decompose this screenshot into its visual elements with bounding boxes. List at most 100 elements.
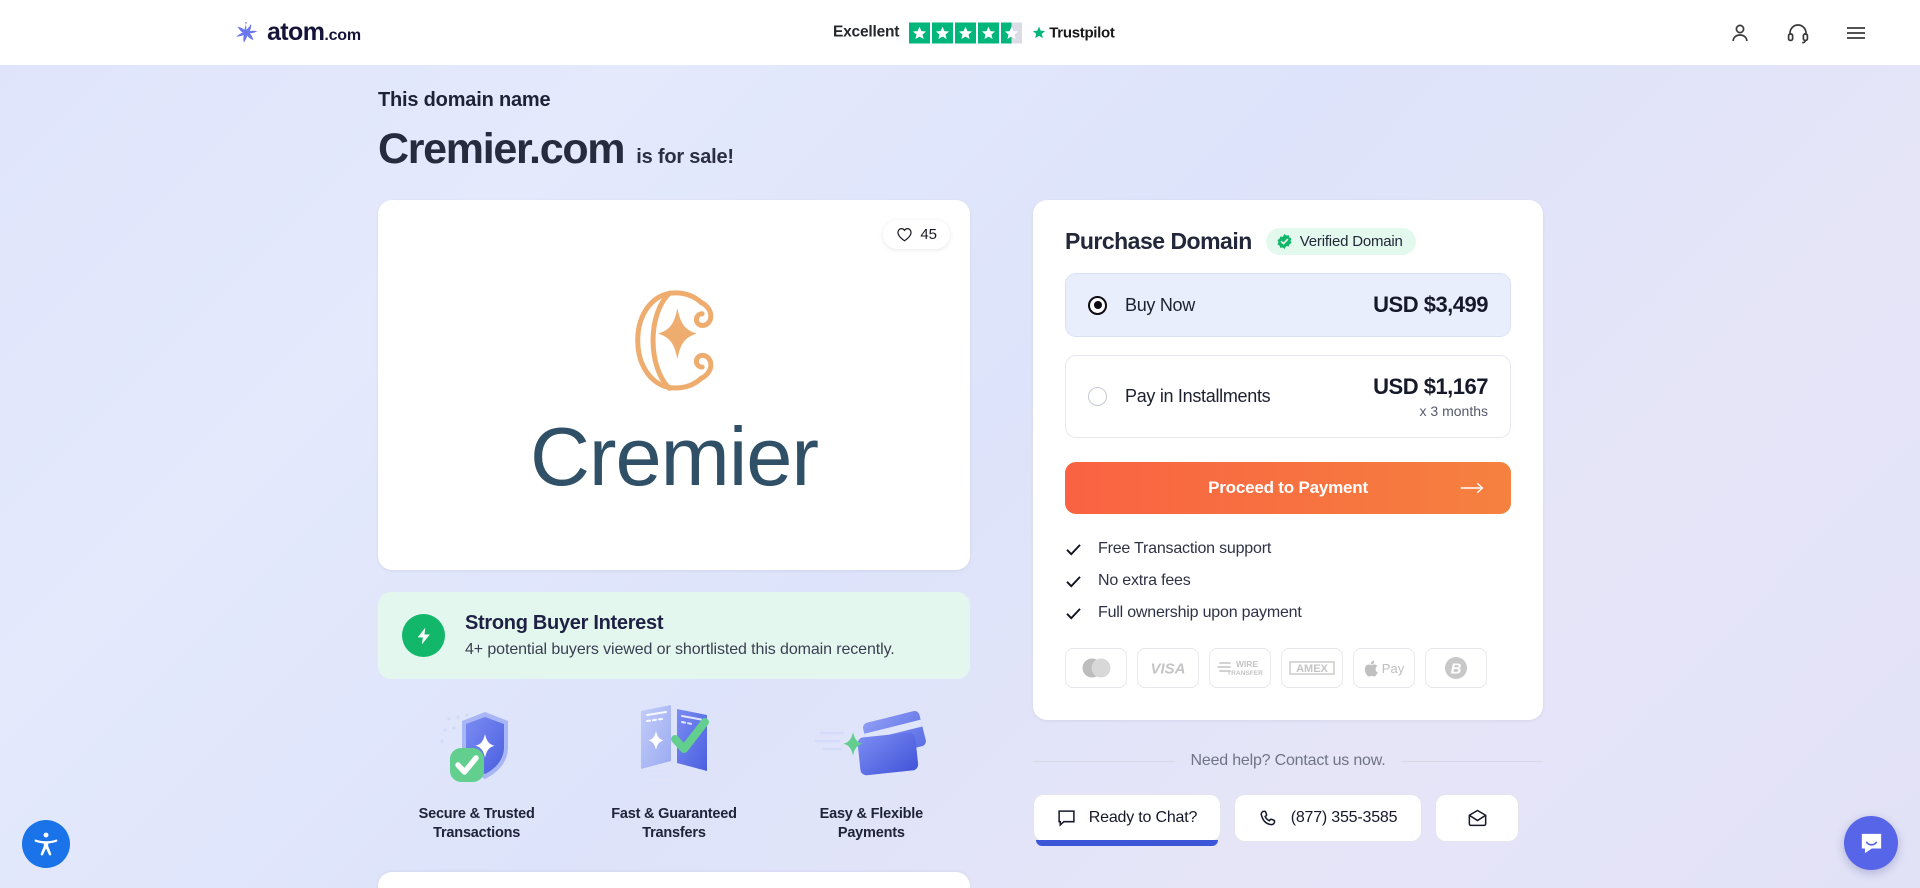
trustpilot-logo-text: Trustpilot	[1049, 24, 1115, 41]
hero-heading: This domain name Cremier.com is for sale…	[378, 89, 734, 174]
bitcoin-icon: B	[1425, 648, 1487, 688]
accessibility-button[interactable]	[22, 820, 70, 868]
lightning-bolt-icon	[402, 614, 445, 657]
svg-text:WIRE: WIRE	[1236, 659, 1259, 669]
email-button[interactable]	[1435, 794, 1519, 842]
perk-label: Free Transaction support	[1098, 540, 1272, 557]
perk-label: No extra fees	[1098, 572, 1191, 589]
check-icon	[1065, 543, 1082, 556]
price-option-buy-now[interactable]: Buy Now USD $3,499	[1065, 273, 1511, 337]
radio-installments[interactable]	[1088, 387, 1107, 406]
verified-badge-text: Verified Domain	[1299, 233, 1403, 250]
price-option-label: Buy Now	[1125, 294, 1195, 315]
price-option-right: USD $3,499	[1373, 292, 1488, 318]
page-title: Cremier.com	[378, 125, 626, 173]
svg-text:AMEX: AMEX	[1296, 663, 1328, 675]
site-header: atom.com Excellent Trustpilot	[0, 0, 1920, 65]
trustpilot-star-icon	[1032, 26, 1046, 40]
chat-button-active-indicator	[1036, 840, 1218, 846]
svg-text:TRANSFER: TRANSFER	[1227, 670, 1263, 677]
help-text: Need help? Contact us now.	[1190, 752, 1386, 769]
payment-methods-row: VISA WIRE TRANSFER AMEX Pay B	[1065, 648, 1511, 688]
chat-button-label: Ready to Chat?	[1088, 809, 1198, 826]
trust-feature-label: Secure & Trusted Transactions	[418, 806, 535, 842]
star-icon	[955, 22, 977, 43]
amex-icon: AMEX	[1281, 648, 1343, 688]
check-icon	[1065, 607, 1082, 620]
accessibility-person-icon	[32, 830, 60, 858]
purchase-title: Purchase Domain	[1065, 228, 1252, 254]
trust-feature-item: Secure & Trusted Transactions	[378, 699, 575, 844]
verified-check-icon	[1276, 233, 1293, 250]
divider-line-left	[1033, 760, 1175, 762]
price-option-installments[interactable]: Pay in Installments USD $1,167 x 3 month…	[1065, 355, 1511, 438]
cremier-monogram-icon	[606, 273, 742, 409]
trustpilot-widget[interactable]: Excellent Trustpilot	[833, 22, 1115, 43]
wire-transfer-icon: WIRE TRANSFER	[1209, 648, 1271, 688]
cremier-wordmark: Cremier	[529, 409, 819, 503]
phone-number-label: (877) 355-3585	[1290, 809, 1398, 826]
transfer-check-icon	[619, 699, 729, 791]
price-note: x 3 months	[1419, 403, 1488, 419]
ready-to-chat-button[interactable]: Ready to Chat?	[1033, 794, 1221, 846]
radio-buy-now[interactable]	[1088, 295, 1107, 315]
contact-button-row: Ready to Chat? (877) 355-3585	[1033, 794, 1543, 846]
heart-icon	[896, 227, 913, 242]
account-icon[interactable]	[1728, 21, 1752, 45]
trust-feature-item: Fast & Guaranteed Transfers	[575, 699, 772, 844]
buyer-interest-title: Strong Buyer Interest	[465, 612, 664, 634]
hero-forsale-text: is for sale!	[636, 146, 734, 168]
check-icon	[1065, 575, 1082, 588]
intercom-chat-icon	[1858, 830, 1885, 857]
favorite-count: 45	[920, 226, 937, 243]
phone-button[interactable]: (877) 355-3585	[1234, 794, 1422, 842]
visa-icon: VISA	[1137, 648, 1199, 688]
buyer-interest-banner: Strong Buyer Interest 4+ potential buyer…	[378, 592, 970, 679]
arrow-right-icon	[1459, 480, 1485, 496]
phone-icon	[1259, 809, 1278, 828]
buyer-interest-text: Strong Buyer Interest 4+ potential buyer…	[465, 612, 895, 659]
trustpilot-rating-word: Excellent	[833, 23, 900, 41]
next-section-card-peek	[378, 872, 970, 888]
trustpilot-logo: Trustpilot	[1032, 24, 1115, 41]
page-root: atom.com Excellent Trustpilot This domai…	[0, 0, 1920, 888]
trust-feature-label: Fast & Guaranteed Transfers	[611, 806, 737, 842]
brand-wordmark: atom.com	[267, 18, 361, 46]
purchase-domain-card: Purchase Domain Verified Domain Buy Now	[1033, 200, 1543, 720]
price-option-label: Pay in Installments	[1125, 386, 1271, 406]
buyer-interest-subtitle: 4+ potential buyers viewed or shortliste…	[465, 641, 895, 658]
trustpilot-stars	[909, 22, 1023, 43]
hero-title-row: Cremier.com is for sale!	[378, 125, 734, 174]
star-half-icon	[1001, 22, 1023, 43]
star-icon	[909, 22, 931, 43]
svg-text:VISA: VISA	[1150, 661, 1185, 678]
right-column: Purchase Domain Verified Domain Buy Now	[1033, 200, 1543, 846]
perk-item: Free Transaction support	[1065, 540, 1511, 558]
price-value: USD $1,167	[1373, 374, 1488, 399]
purchase-perks-list: Free Transaction support No extra fees F…	[1065, 540, 1511, 622]
cards-payment-icon	[813, 699, 929, 791]
chat-bubble-icon	[1057, 809, 1076, 827]
header-icon-group	[1728, 21, 1868, 45]
apple-pay-icon: Pay	[1353, 648, 1415, 688]
brand-logo-link[interactable]: atom.com	[232, 20, 361, 46]
purchase-card-header: Purchase Domain Verified Domain	[1065, 228, 1511, 255]
perk-label: Full ownership upon payment	[1098, 604, 1302, 621]
left-column: 45 Cremier Strong Buyer Interest 4+ pote…	[378, 200, 970, 844]
domain-logo-artwork: Cremier	[529, 273, 819, 503]
support-headset-icon[interactable]	[1786, 21, 1810, 45]
trust-feature-label: Easy & Flexible Payments	[819, 806, 924, 842]
messenger-launcher-button[interactable]	[1844, 816, 1898, 870]
mastercard-icon	[1065, 648, 1127, 688]
price-option-right: USD $1,167 x 3 months	[1373, 374, 1488, 419]
trust-feature-row: Secure & Trusted Transactions Fast & Gua…	[378, 699, 970, 844]
star-icon	[978, 22, 1000, 43]
shield-check-icon	[429, 699, 525, 791]
favorite-button[interactable]: 45	[883, 220, 950, 249]
hamburger-menu-icon[interactable]	[1844, 21, 1868, 45]
star-icon	[932, 22, 954, 43]
domain-logo-card: 45 Cremier	[378, 200, 970, 570]
proceed-to-payment-button[interactable]: Proceed to Payment	[1065, 462, 1511, 514]
perk-item: No extra fees	[1065, 572, 1511, 590]
atom-star-icon	[232, 20, 258, 46]
